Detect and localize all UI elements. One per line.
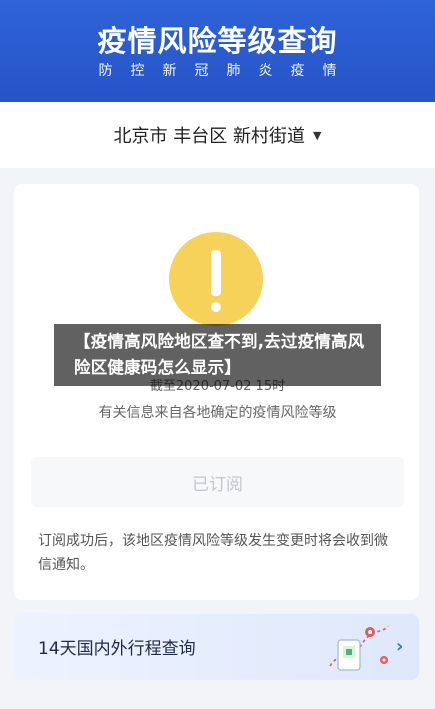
page-title: 疫情风险等级查询 — [97, 24, 338, 58]
map-illustration-icon — [329, 625, 389, 671]
overlay-caption: 【疫情高风险地区查不到,去过疫情高风险区健康码怎么显示】 — [54, 324, 381, 386]
subscribe-notice: 订阅成功后，该地区疫情风险等级发生变更时将会收到微信通知。 — [38, 533, 388, 573]
page-subtitle: 防控新冠肺炎疫情 — [98, 63, 355, 79]
itinerary-query-card[interactable]: 14天国内外行程查询 › — [14, 614, 419, 680]
caret-down-icon: ▼ — [312, 128, 322, 142]
exclamation-bar — [211, 250, 221, 296]
location-selector[interactable]: 北京市 丰台区 新村街道 ▼ — [0, 102, 435, 168]
page-header: 疫情风险等级查询 防控新冠肺炎疫情 — [0, 0, 435, 102]
source-note: 有关信息来自各地确定的疫情风险等级 — [98, 405, 337, 421]
location-text: 北京市 丰台区 新村街道 — [113, 126, 305, 147]
itinerary-label: 14天国内外行程查询 — [38, 639, 196, 659]
exclamation-dot — [211, 302, 221, 312]
subscribe-button[interactable]: 已订阅 — [31, 457, 404, 507]
chevron-right-icon: › — [396, 636, 404, 657]
